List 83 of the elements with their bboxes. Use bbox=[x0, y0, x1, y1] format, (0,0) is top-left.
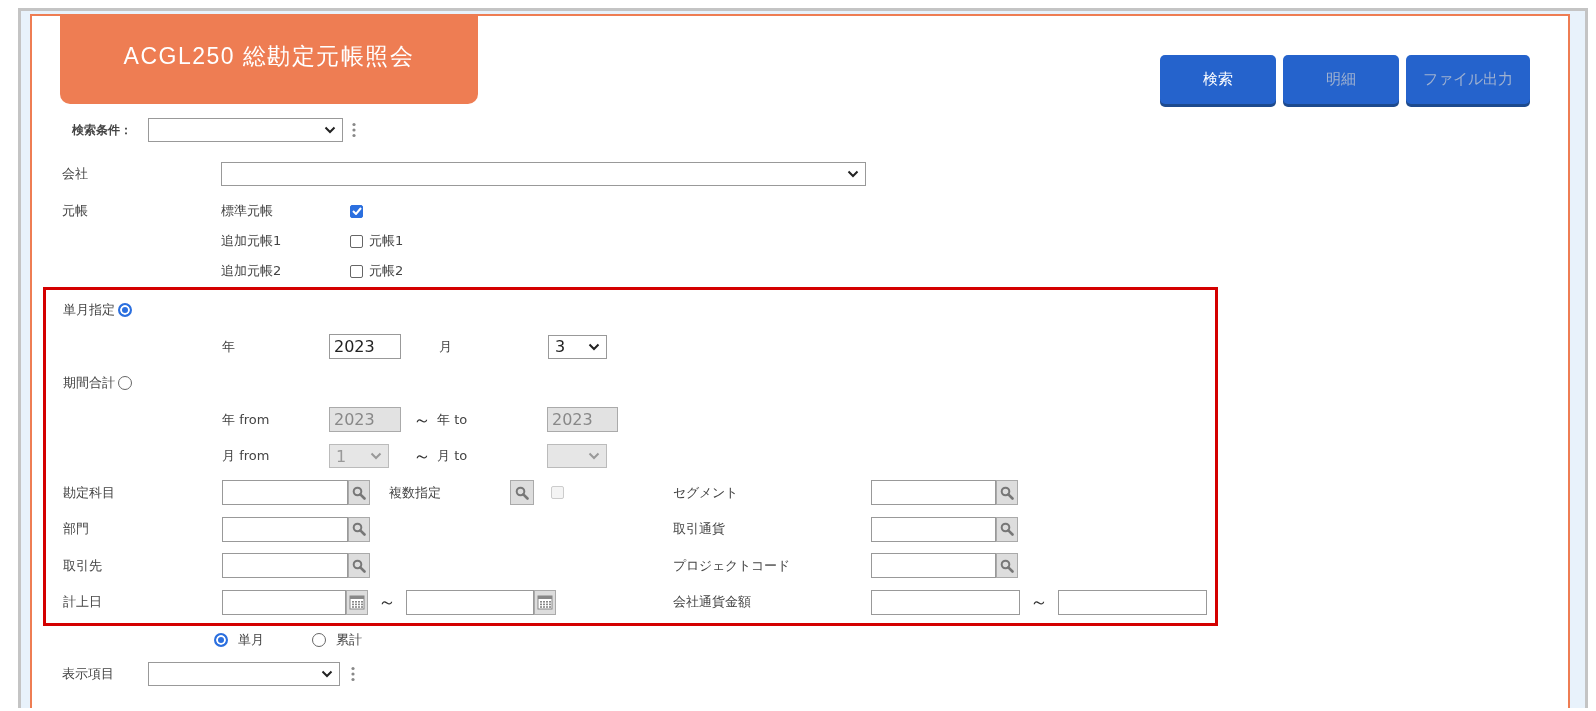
field-label: 取引通貨 bbox=[673, 520, 726, 539]
chevron-down-icon bbox=[588, 342, 600, 351]
input-field[interactable] bbox=[871, 480, 996, 506]
input-field[interactable] bbox=[1058, 589, 1207, 615]
search-button[interactable] bbox=[996, 553, 1018, 579]
radio-label: 累計 bbox=[336, 630, 362, 649]
checkbox-label: 元帳2 bbox=[369, 262, 404, 280]
field-label: 表示項目 bbox=[62, 664, 115, 683]
calendar-icon bbox=[537, 594, 553, 610]
field-label: 月 bbox=[439, 337, 453, 356]
radio-label: 単月 bbox=[238, 630, 264, 649]
input-field[interactable] bbox=[871, 516, 996, 542]
field-label: 検索条件： bbox=[72, 121, 133, 139]
select-field[interactable] bbox=[148, 118, 343, 142]
input-field[interactable] bbox=[222, 589, 346, 615]
field-label: 計上日 bbox=[63, 593, 103, 612]
range-separator: ～ bbox=[412, 444, 432, 469]
search-button[interactable] bbox=[348, 553, 370, 579]
search-icon bbox=[1000, 558, 1014, 573]
input-field[interactable]: 2023 bbox=[329, 334, 401, 360]
checkbox[interactable] bbox=[350, 204, 363, 218]
checkbox-label: 元帳1 bbox=[369, 232, 404, 250]
checkbox[interactable] bbox=[350, 234, 363, 248]
field-label: セグメント bbox=[673, 483, 739, 502]
search-icon bbox=[1000, 522, 1014, 537]
action-button[interactable]: 検索 bbox=[1160, 55, 1276, 104]
radio-label: 単月指定 bbox=[63, 301, 115, 320]
field-label: 月 to bbox=[437, 447, 469, 466]
field-label: 追加元帳1 bbox=[221, 232, 283, 250]
input-field[interactable] bbox=[406, 589, 534, 615]
field-label: 会社 bbox=[62, 165, 89, 183]
radio-button[interactable] bbox=[118, 376, 132, 391]
field-label: プロジェクトコード bbox=[673, 556, 791, 575]
search-button[interactable] bbox=[996, 516, 1018, 542]
input-field[interactable] bbox=[871, 589, 1020, 615]
search-icon bbox=[352, 558, 366, 573]
field-label: 元帳 bbox=[62, 202, 89, 220]
chevron-down-icon bbox=[588, 452, 600, 461]
field-label: 部門 bbox=[63, 520, 90, 539]
select-field[interactable] bbox=[221, 162, 866, 186]
field-label: 標準元帳 bbox=[221, 202, 274, 220]
field-label: 取引先 bbox=[63, 556, 103, 575]
calendar-button[interactable] bbox=[534, 589, 556, 615]
input-field[interactable] bbox=[871, 553, 996, 579]
input-field[interactable] bbox=[222, 516, 348, 542]
radio-button[interactable] bbox=[214, 632, 228, 647]
search-icon bbox=[515, 485, 529, 500]
search-icon bbox=[352, 485, 366, 500]
search-button[interactable] bbox=[996, 480, 1018, 506]
calendar-icon bbox=[349, 594, 365, 610]
chevron-down-icon bbox=[321, 669, 333, 678]
input-field[interactable] bbox=[222, 553, 348, 579]
calendar-button[interactable] bbox=[346, 589, 368, 615]
more-options-icon[interactable] bbox=[351, 122, 357, 138]
range-separator: ～ bbox=[377, 590, 397, 615]
checkbox[interactable] bbox=[350, 264, 363, 278]
field-label: 年 from bbox=[222, 410, 271, 429]
checkmark-icon bbox=[351, 207, 362, 215]
field-label: 追加元帳2 bbox=[221, 262, 283, 280]
search-icon bbox=[1000, 485, 1014, 500]
field-label: 複数指定 bbox=[389, 483, 442, 502]
search-button[interactable] bbox=[510, 480, 534, 506]
chevron-down-icon bbox=[370, 452, 382, 461]
radio-label: 期間合計 bbox=[63, 374, 115, 393]
search-button[interactable] bbox=[348, 516, 370, 542]
range-separator: ～ bbox=[1029, 590, 1049, 615]
field-label: 勘定科目 bbox=[63, 483, 116, 502]
more-options-icon[interactable] bbox=[350, 665, 356, 682]
field-label: 年 to bbox=[437, 410, 469, 429]
search-icon bbox=[352, 522, 366, 537]
range-separator: ～ bbox=[412, 407, 432, 432]
field-label: 会社通貨金額 bbox=[673, 593, 752, 612]
chevron-down-icon bbox=[324, 126, 336, 134]
page-title: ACGL250 総勘定元帳照会 bbox=[60, 16, 478, 104]
select-field[interactable]: 3 bbox=[548, 334, 607, 359]
radio-button[interactable] bbox=[118, 303, 132, 318]
chevron-down-icon bbox=[847, 170, 859, 178]
field-label: 年 bbox=[222, 337, 236, 356]
radio-button[interactable] bbox=[312, 632, 326, 647]
field-label: 月 from bbox=[222, 447, 271, 466]
input-field[interactable] bbox=[222, 480, 348, 506]
search-button[interactable] bbox=[348, 480, 370, 506]
select-field[interactable] bbox=[148, 661, 340, 686]
